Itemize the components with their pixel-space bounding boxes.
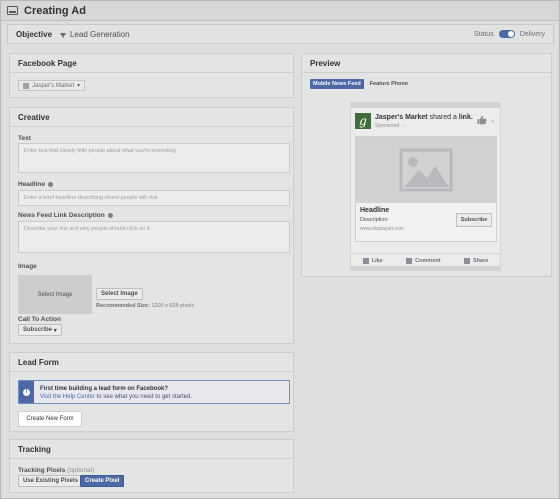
creative-card: Creative Text Enter text that clearly te… <box>9 107 294 344</box>
preview-heading: Preview <box>302 54 551 73</box>
post-shared-text: shared a <box>429 114 457 121</box>
status-label: Status <box>473 30 494 38</box>
share-icon <box>463 257 470 264</box>
info-icon: i <box>23 388 30 396</box>
post-page-name: Jasper's Market <box>375 114 428 121</box>
window-icon <box>7 6 18 15</box>
globe-icon: ◦ <box>403 123 406 129</box>
app-window: Creating Ad Objective Lead Generation St… <box>0 0 560 499</box>
thumbs-up-icon <box>477 115 487 125</box>
ad-subscribe-button[interactable]: Subscribe <box>456 213 492 227</box>
lead-form-notice: i First time building a lead form on Fac… <box>18 380 290 404</box>
tracking-pixels-label-text: Tracking Pixels <box>18 467 66 474</box>
recommended-size-value: 1200 x 628 pixels <box>151 303 195 309</box>
create-new-form-button[interactable]: Create New Form <box>18 411 82 427</box>
headline-label: Headline <box>18 181 54 188</box>
ad-image-placeholder <box>356 137 496 203</box>
recommended-size: Recommended Size: 1200 x 628 pixels <box>96 303 194 309</box>
delivery-label: Delivery <box>519 30 545 38</box>
like-icon <box>362 257 369 264</box>
image-icon <box>399 148 453 192</box>
image-placeholder[interactable]: Select Image <box>18 275 92 314</box>
post-actions: Like Comment Share <box>351 253 500 267</box>
notice-title: First time building a lead form on Faceb… <box>40 386 169 392</box>
sponsored-label: Sponsored · ◦ <box>375 123 406 129</box>
text-field[interactable]: Enter text that clearly tells people abo… <box>18 143 290 173</box>
sponsored-text: Sponsored <box>375 123 400 129</box>
tracking-heading: Tracking <box>10 440 293 459</box>
text-label-text: Text <box>18 135 31 142</box>
lead-form-heading: Lead Form <box>10 353 293 372</box>
share-action[interactable]: Share <box>463 257 489 264</box>
chevron-down-icon: ▾ <box>77 83 81 89</box>
window-title: Creating Ad <box>24 4 86 17</box>
notice-body: Visit the Help Center to see what you ne… <box>40 393 192 401</box>
objective-label: Objective <box>16 29 53 39</box>
optional-label: (optional) <box>67 467 95 474</box>
phone-top-bar <box>351 103 500 108</box>
headline-field[interactable]: Enter a brief headline describing where … <box>18 190 290 206</box>
chevron-down-icon: ▾ <box>53 327 57 334</box>
tracking-card: Tracking Tracking Pixels (optional) Use … <box>9 439 294 493</box>
notice-text: First time building a lead form on Faceb… <box>34 381 198 403</box>
chevron-down-icon[interactable]: ⌄ <box>490 116 496 124</box>
title-bar: Creating Ad <box>1 1 559 21</box>
use-existing-pixels-button[interactable]: Use Existing Pixels <box>18 475 84 487</box>
info-icon <box>48 182 54 187</box>
tracking-pixels-label: Tracking Pixels (optional) <box>18 467 94 474</box>
objective-value: Lead Generation <box>70 29 130 39</box>
page-logo: g <box>355 113 371 129</box>
preview-tabs: Mobile News Feed Feature Phone <box>310 79 411 89</box>
post-shared-link: link. <box>458 114 473 121</box>
facebook-page-heading: Facebook Page <box>10 54 293 73</box>
post-header: Jasper's Market shared a link. <box>375 114 473 121</box>
phone-preview: g Jasper's Market shared a link. Sponsor… <box>350 102 501 271</box>
cta-dropdown[interactable]: Subscribe ▾ <box>18 324 62 336</box>
page-selector-value: Jasper's Market <box>32 82 75 89</box>
image-label-text: Image <box>18 263 37 270</box>
share-label: Share <box>472 257 489 264</box>
preview-card: Preview Mobile News Feed Feature Phone g… <box>301 53 552 277</box>
create-pixel-button[interactable]: Create Pixel <box>80 475 125 487</box>
notice-rest: to see what you need to get started. <box>96 394 192 400</box>
funnel-icon <box>60 32 67 38</box>
cta-label-text: Call To Action <box>18 316 61 323</box>
page-avatar <box>23 82 29 89</box>
image-label: Image <box>18 263 37 270</box>
facebook-page-card: Facebook Page Jasper's Market ▾ <box>9 53 294 98</box>
comment-label: Comment <box>415 257 441 264</box>
tab-mobile-news-feed[interactable]: Mobile News Feed <box>310 79 364 89</box>
link-description-field[interactable]: Describe your link and why people should… <box>18 221 290 253</box>
help-center-link[interactable]: Visit the Help Center <box>40 394 95 400</box>
link-description-label-text: News Feed Link Description <box>18 212 105 219</box>
page-selector[interactable]: Jasper's Market ▾ <box>18 80 86 91</box>
info-icon <box>107 213 113 218</box>
lead-form-card: Lead Form i First time building a lead f… <box>9 352 294 432</box>
comment-action[interactable]: Comment <box>406 257 441 264</box>
ad-description: Description <box>360 217 388 223</box>
creative-heading: Creative <box>10 108 293 127</box>
phone-bottom-bar <box>351 266 500 270</box>
ad-headline: Headline <box>360 207 390 214</box>
comment-icon <box>406 257 413 264</box>
tab-feature-phone[interactable]: Feature Phone <box>367 79 411 89</box>
ad-url: www.displayurl.com <box>360 226 404 232</box>
cta-value: Subscribe <box>23 327 53 333</box>
notice-bar: i <box>19 381 34 403</box>
text-label: Text <box>18 135 31 142</box>
like-action[interactable]: Like <box>362 257 383 264</box>
recommended-size-label: Recommended Size: <box>96 303 150 309</box>
ad-link-card: Headline Description www.displayurl.com … <box>355 136 497 242</box>
select-image-button[interactable]: Select Image <box>96 288 143 300</box>
objective-bar: Objective Lead Generation Status Deliver… <box>7 24 554 44</box>
cta-label: Call To Action <box>18 316 61 323</box>
headline-label-text: Headline <box>18 181 46 188</box>
link-description-label: News Feed Link Description <box>18 212 113 219</box>
like-label: Like <box>371 257 383 264</box>
status-toggle[interactable] <box>498 30 515 38</box>
ad-post: g Jasper's Market shared a link. Sponsor… <box>351 109 500 252</box>
status-controls: Status Delivery <box>474 30 545 38</box>
